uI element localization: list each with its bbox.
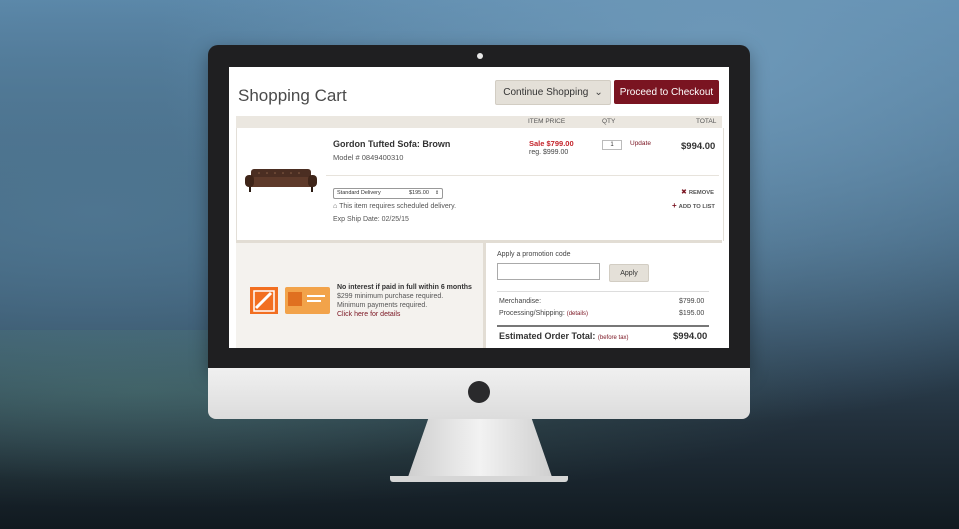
sale-price: Sale $799.00 (529, 139, 574, 148)
summary-total-divider (497, 325, 709, 327)
continue-shopping-label: Continue Shopping (503, 87, 589, 98)
screen: Shopping Cart Continue Shopping ⌄ Procee… (229, 67, 729, 348)
remove-button[interactable]: ✖ REMOVE (681, 188, 714, 196)
estimated-total-label-row: Estimated Order Total: (before tax) (499, 331, 629, 341)
merchandise-value: $799.00 (679, 298, 705, 305)
add-to-list-label: ADD TO LIST (678, 204, 715, 210)
line-total: $994.00 (681, 141, 716, 152)
remove-label: REMOVE (688, 190, 714, 196)
home-depot-logo (250, 287, 278, 314)
shipping-details-link[interactable]: (details) (567, 311, 588, 317)
product-model: Model # 0849400310 (333, 153, 404, 162)
table-header: ITEM PRICE QTY TOTAL (236, 116, 722, 128)
apply-promo-button[interactable]: Apply (609, 264, 649, 282)
camera-dot (477, 53, 483, 59)
financing-minimum: $299 minimum purchase required. (337, 293, 444, 300)
credit-card-image (285, 287, 330, 314)
shipping-label: Processing/Shipping: (499, 310, 565, 317)
house-icon: ⌂ (333, 203, 338, 210)
monitor-logo-icon (468, 381, 490, 403)
estimated-total-label: Estimated Order Total: (499, 331, 596, 341)
column-item-price: ITEM PRICE (528, 118, 566, 125)
product-name[interactable]: Gordon Tufted Sofa: Brown (333, 139, 450, 149)
column-qty: QTY (602, 118, 616, 125)
shipping-value: $195.00 (679, 310, 705, 317)
row-divider (326, 175, 719, 176)
monitor-stand-base (390, 476, 568, 482)
delivery-note-text: This item requires scheduled delivery. (339, 203, 457, 210)
delivery-note: ⌂ This item requires scheduled delivery. (333, 203, 456, 210)
financing-headline: No interest if paid in full within 6 mon… (337, 284, 472, 291)
ship-date: Exp Ship Date: 02/25/15 (333, 216, 409, 223)
continue-shopping-button[interactable]: Continue Shopping ⌄ (495, 80, 611, 105)
promo-code-label: Apply a promotion code (497, 251, 571, 258)
update-link[interactable]: Update (630, 140, 651, 147)
monitor-stand (408, 419, 552, 477)
before-tax-link[interactable]: (before tax) (598, 335, 629, 341)
page-title: Shopping Cart (238, 86, 347, 105)
summary-divider (497, 291, 709, 292)
regular-price: reg. $999.00 (529, 149, 569, 156)
merchandise-label: Merchandise: (499, 298, 542, 305)
financing-requirement: Minimum payments required. (337, 302, 428, 309)
delivery-select[interactable]: Standard Delivery $195.00 ⇕ (333, 188, 443, 199)
product-image[interactable] (245, 167, 317, 195)
promo-code-input[interactable] (497, 263, 600, 280)
plus-icon: + (672, 201, 677, 210)
chevron-down-icon: ⌄ (594, 87, 603, 98)
financing-details-link[interactable]: Click here for details (337, 311, 400, 318)
estimated-total-value: $994.00 (673, 331, 708, 342)
shipping-label-row: Processing/Shipping: (details) (499, 310, 588, 317)
close-icon: ✖ (681, 189, 687, 196)
delivery-option: Standard Delivery (337, 190, 381, 196)
quantity-input[interactable]: 1 (602, 140, 622, 150)
proceed-to-checkout-button[interactable]: Proceed to Checkout (614, 80, 719, 104)
delivery-price: $195.00 (409, 190, 429, 196)
add-to-list-button[interactable]: + ADD TO LIST (672, 201, 715, 210)
column-total: TOTAL (696, 118, 717, 125)
select-arrows-icon: ⇕ (435, 190, 440, 196)
